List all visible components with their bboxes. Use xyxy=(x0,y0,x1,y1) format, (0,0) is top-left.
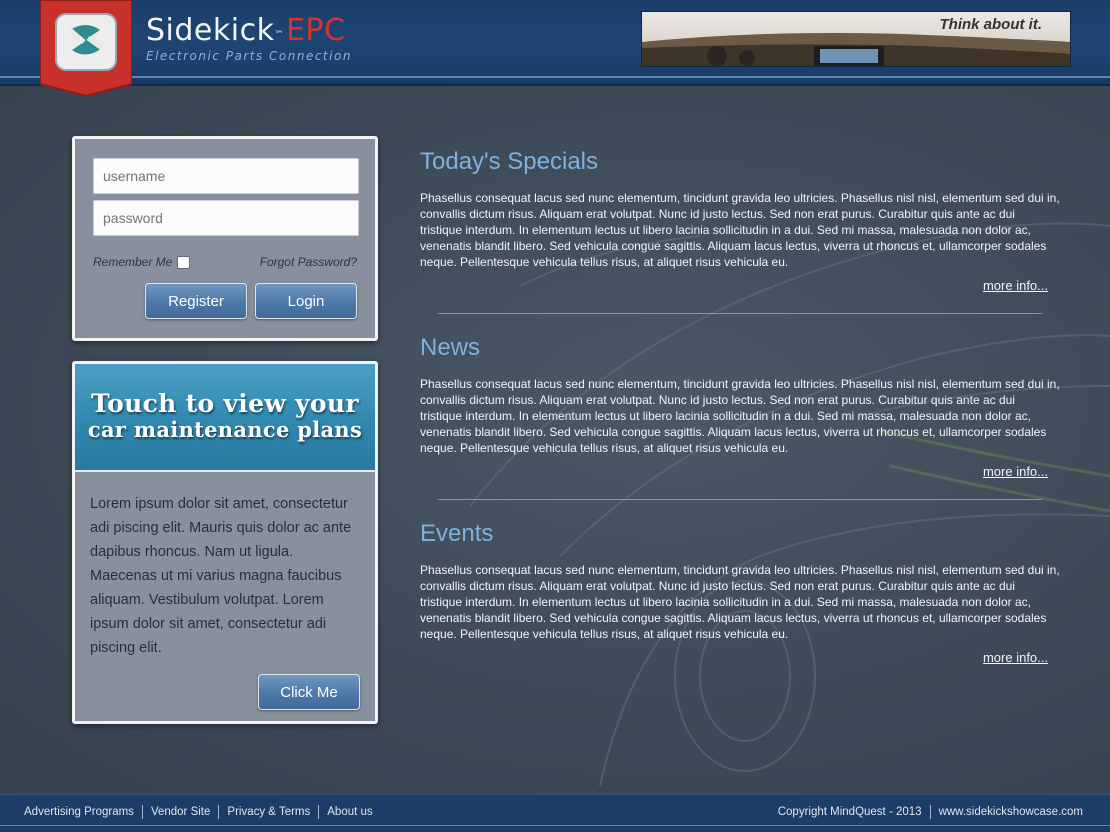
footer-copyright: Copyright MindQuest - 2013 xyxy=(770,805,931,819)
maintenance-banner[interactable]: Touch to view your car maintenance plans xyxy=(75,364,375,472)
footer-stripe xyxy=(0,825,1110,826)
footer-link-vendor-site[interactable]: Vendor Site xyxy=(143,805,220,819)
password-input[interactable] xyxy=(93,200,359,236)
brand-subtitle: Electronic Parts Connection xyxy=(146,49,352,63)
ad-tagline: Think about it. xyxy=(939,16,1043,33)
footer-link-privacy-terms[interactable]: Privacy & Terms xyxy=(219,805,320,819)
brand-trademark: ™ xyxy=(274,30,284,40)
section-news: News Phasellus consequat lacus sed nunc … xyxy=(420,334,1060,484)
username-input[interactable] xyxy=(93,158,359,194)
forgot-password-link[interactable]: Forgot Password? xyxy=(260,255,357,269)
section-title: News xyxy=(420,334,481,361)
footer-info: Copyright MindQuest - 2013 www.sidekicks… xyxy=(770,805,1083,819)
remember-me[interactable]: Remember Me xyxy=(93,255,191,269)
section-events: Events Phasellus consequat lacus sed nun… xyxy=(420,520,1060,670)
maintenance-description: Lorem ipsum dolor sit amet, consectetur … xyxy=(90,496,352,656)
click-me-button[interactable]: Click Me xyxy=(258,674,360,710)
section-body: Phasellus consequat lacus sed nunc eleme… xyxy=(420,563,1060,641)
section-divider xyxy=(438,499,1042,500)
section-title: Events xyxy=(420,520,494,547)
section-todays-specials: Today's Specials Phasellus consequat lac… xyxy=(420,148,1060,298)
footer-link-about-us[interactable]: About us xyxy=(319,805,380,819)
register-button[interactable]: Register xyxy=(145,283,247,319)
footer-link-advertising[interactable]: Advertising Programs xyxy=(16,805,143,819)
header-stripe xyxy=(0,76,1110,78)
section-divider xyxy=(438,313,1042,314)
brand-epc: EPC xyxy=(285,13,346,48)
sidekick-logo-icon xyxy=(39,0,133,98)
section-body: Phasellus consequat lacus sed nunc eleme… xyxy=(420,377,1060,455)
more-info-link[interactable]: more info... xyxy=(983,650,1048,665)
logo-badge[interactable] xyxy=(39,0,133,98)
login-panel: Remember Me Forgot Password? Register Lo… xyxy=(72,136,378,341)
login-button[interactable]: Login xyxy=(255,283,357,319)
maintenance-headline-line2: car maintenance plans xyxy=(87,417,363,442)
footer-website[interactable]: www.sidekickshowcase.com xyxy=(931,805,1083,819)
section-body: Phasellus consequat lacus sed nunc eleme… xyxy=(420,191,1060,269)
remember-me-label: Remember Me xyxy=(93,255,173,269)
section-title: Today's Specials xyxy=(420,148,599,175)
remember-me-checkbox[interactable] xyxy=(177,255,191,269)
more-info-link[interactable]: more info... xyxy=(983,464,1048,479)
brand-name: Sidekick™EPC xyxy=(146,14,352,48)
footer-nav: Advertising Programs Vendor Site Privacy… xyxy=(16,805,381,819)
maintenance-headline-line1: Touch to view your xyxy=(91,389,359,418)
maintenance-panel: Touch to view your car maintenance plans… xyxy=(72,361,378,724)
brand: Sidekick™EPC Electronic Parts Connection xyxy=(146,14,352,64)
site-footer: Advertising Programs Vendor Site Privacy… xyxy=(0,794,1110,832)
brand-name-text: Sidekick xyxy=(146,13,275,48)
more-info-link[interactable]: more info... xyxy=(983,278,1048,293)
ad-banner[interactable]: Think about it. xyxy=(641,11,1071,67)
